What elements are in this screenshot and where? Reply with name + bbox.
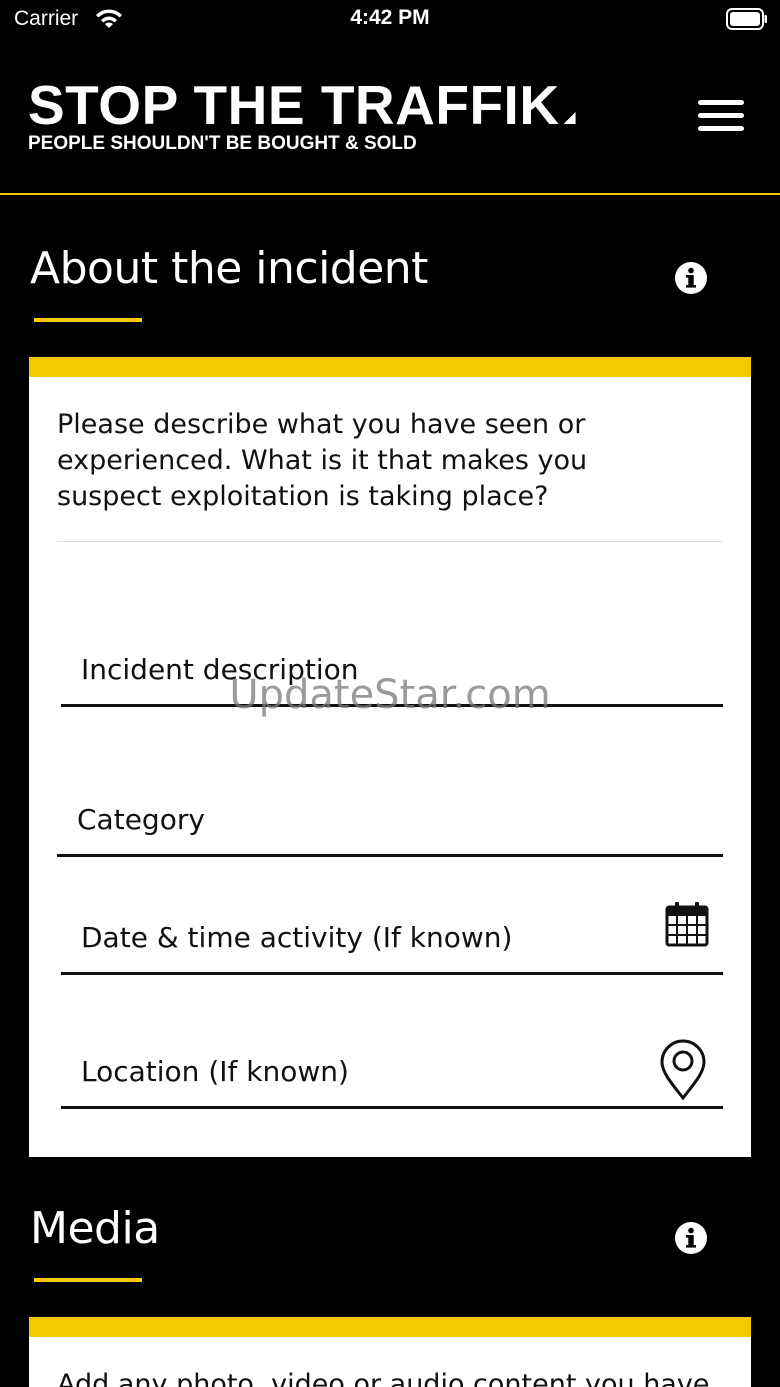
location-field[interactable]: Location (If known) [61, 1029, 723, 1109]
media-prompt: Add any photo, video or audio content yo… [57, 1369, 710, 1387]
datetime-field[interactable]: Date & time activity (If known) [61, 895, 723, 975]
incident-card: Please describe what you have seen or ex… [29, 357, 751, 1157]
logo-tagline: PEOPLE SHOULDN'T BE BOUGHT & SOLD [28, 133, 417, 154]
location-pin-icon[interactable] [659, 1039, 707, 1101]
card-divider [57, 541, 722, 542]
media-card: Add any photo, video or audio content yo… [29, 1317, 751, 1387]
hamburger-menu-icon[interactable] [698, 98, 746, 134]
stop-the-traffik-logo[interactable]: STOP THE TRAFFIK PEOPLE SHOULDN'T BE BOU… [28, 78, 598, 155]
logo-mark-icon [563, 112, 576, 124]
datetime-label: Date & time activity (If known) [81, 921, 513, 954]
media-section-title: Media [30, 1203, 160, 1254]
category-label: Category [77, 803, 205, 836]
location-label: Location (If known) [81, 1055, 349, 1088]
info-icon[interactable] [674, 1221, 708, 1255]
clock: 4:42 PM [350, 6, 430, 29]
incident-prompt: Please describe what you have seen or ex… [57, 409, 588, 512]
battery-icon [726, 8, 767, 30]
status-bar: Carrier 4:42 PM [0, 0, 780, 40]
incident-title-underline [34, 318, 142, 322]
category-field[interactable]: Category [57, 777, 723, 857]
incident-section-title: About the incident [30, 243, 428, 294]
logo-title: STOP THE TRAFFIK [28, 74, 560, 136]
info-icon[interactable] [674, 261, 708, 295]
incident-description-field[interactable]: Incident description [61, 627, 723, 707]
calendar-icon[interactable] [665, 901, 709, 947]
incident-description-label: Incident description [81, 653, 359, 686]
media-title-underline [34, 1278, 142, 1282]
app-header: STOP THE TRAFFIK PEOPLE SHOULDN'T BE BOU… [0, 40, 780, 195]
